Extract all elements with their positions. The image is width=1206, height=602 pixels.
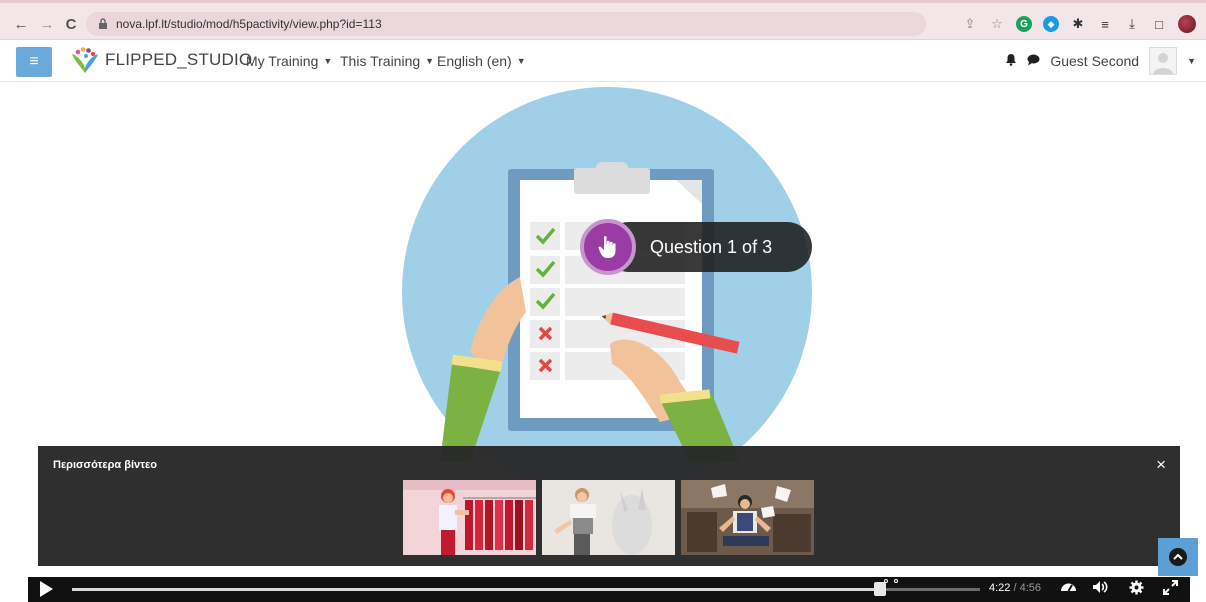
duration: 4:56 xyxy=(1019,582,1042,594)
more-videos-panel: Περισσότερα βίντεο × xyxy=(38,446,1180,566)
question-indicator[interactable]: Question 1 of 3 xyxy=(580,219,812,275)
more-videos-title: Περισσότερα βίντεο xyxy=(53,459,157,471)
site-name[interactable]: FLIPPED_STUDIO xyxy=(105,50,252,70)
profile-avatar-icon[interactable] xyxy=(1178,15,1196,33)
seek-progress xyxy=(72,588,880,591)
chevron-up-icon xyxy=(1169,548,1187,566)
notification-bell-icon[interactable] xyxy=(1005,53,1017,69)
menu-my-training[interactable]: My Training ▼ xyxy=(246,53,332,69)
browser-extensions: ⇪ ☆ G ◆ ✱ ≡ ⤓ □ xyxy=(962,12,1196,36)
extensions-puzzle-icon[interactable]: ✱ xyxy=(1070,16,1086,32)
menu-label: English (en) xyxy=(437,53,512,69)
messages-icon[interactable] xyxy=(1027,54,1040,69)
address-bar[interactable]: nova.lpf.lt/studio/mod/h5pactivity/view.… xyxy=(86,12,926,36)
seek-slider[interactable] xyxy=(72,579,980,596)
tab-strip-accent xyxy=(0,0,1206,3)
volume-icon[interactable] xyxy=(1090,580,1110,597)
bookmark-star-icon[interactable]: ☆ xyxy=(989,16,1005,32)
browser-toolbar: ← → C nova.lpf.lt/studio/mod/h5pactivity… xyxy=(0,0,1206,40)
seek-handle[interactable] xyxy=(874,582,886,596)
video-controls-bar: 4:22 / 4:56 xyxy=(28,577,1190,602)
hamburger-icon: ≡ xyxy=(29,53,39,70)
side-panel-icon[interactable]: □ xyxy=(1151,16,1167,32)
close-icon[interactable]: × xyxy=(1156,455,1166,475)
related-video-thumbnail[interactable] xyxy=(681,480,814,555)
related-video-thumbnail[interactable] xyxy=(542,480,675,555)
scroll-to-top-button[interactable] xyxy=(1158,538,1198,576)
user-area: Guest Second ▼ xyxy=(1005,46,1196,76)
current-time: 4:22 xyxy=(989,582,1011,594)
bookmarks-icon[interactable] xyxy=(1058,580,1078,597)
related-video-thumbnail[interactable] xyxy=(403,480,536,555)
caret-down-icon: ▼ xyxy=(323,56,333,66)
reading-list-icon[interactable]: ≡ xyxy=(1097,16,1113,32)
download-icon[interactable]: ⤓ xyxy=(1124,16,1140,32)
fullscreen-icon[interactable] xyxy=(1160,580,1180,598)
menu-label: My Training xyxy=(246,53,319,69)
grammarly-icon[interactable]: G xyxy=(1016,16,1032,32)
time-separator: / xyxy=(1010,582,1020,594)
forward-icon[interactable]: → xyxy=(36,13,58,35)
lock-icon xyxy=(98,18,110,30)
pointer-hand-icon[interactable] xyxy=(580,219,636,275)
share-icon[interactable]: ⇪ xyxy=(962,16,978,32)
caret-down-icon: ▼ xyxy=(516,56,526,66)
caret-down-icon[interactable]: ▼ xyxy=(1187,56,1196,66)
user-avatar[interactable] xyxy=(1149,47,1178,75)
interaction-marker[interactable] xyxy=(894,579,898,583)
time-display: 4:22 / 4:56 xyxy=(989,582,1041,594)
site-logo[interactable] xyxy=(70,46,100,76)
settings-gear-icon[interactable] xyxy=(1126,580,1146,598)
play-icon[interactable] xyxy=(40,581,53,597)
menu-label: This Training xyxy=(340,53,421,69)
menu-language[interactable]: English (en) ▼ xyxy=(437,53,526,69)
url-text: nova.lpf.lt/studio/mod/h5pactivity/view.… xyxy=(116,17,382,31)
user-name[interactable]: Guest Second xyxy=(1050,53,1139,69)
extension-blue-icon[interactable]: ◆ xyxy=(1043,16,1059,32)
site-navbar: ≡ FLIPPED_STUDIO My Training ▼ This Trai… xyxy=(0,40,1206,82)
menu-this-training[interactable]: This Training ▼ xyxy=(340,53,434,69)
caret-down-icon: ▼ xyxy=(425,56,435,66)
menu-toggle-button[interactable]: ≡ xyxy=(16,47,52,77)
question-counter-label: Question 1 of 3 xyxy=(650,236,773,257)
back-icon[interactable]: ← xyxy=(10,13,32,35)
reload-icon[interactable]: C xyxy=(60,13,82,35)
